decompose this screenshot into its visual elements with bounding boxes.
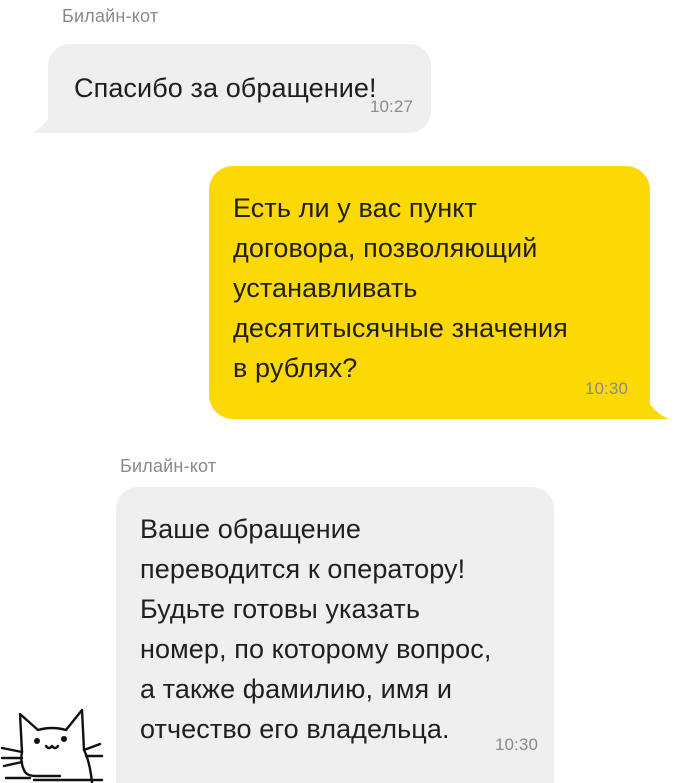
message-text: Ваше обращение переводится к оператору! …	[140, 514, 492, 744]
sender-name: Билайн-кот	[120, 456, 217, 476]
chat-thread: Билайн-кот Спасибо за обращение! 10:27 Е…	[0, 0, 700, 783]
message-time: 10:30	[494, 735, 538, 754]
message-time: 10:27	[369, 97, 413, 116]
message-text: Есть ли у вас пункт договора, позволяющи…	[233, 193, 568, 383]
message-time: 10:30	[584, 379, 628, 398]
cat-avatar-icon[interactable]	[0, 700, 104, 783]
incoming-message[interactable]: Спасибо за обращение! 10:27	[48, 44, 431, 133]
outgoing-message[interactable]: Есть ли у вас пункт договора, позволяющи…	[209, 166, 650, 419]
sender-name: Билайн-кот	[62, 6, 159, 26]
incoming-message[interactable]: Ваше обращение переводится к оператору! …	[116, 487, 554, 783]
